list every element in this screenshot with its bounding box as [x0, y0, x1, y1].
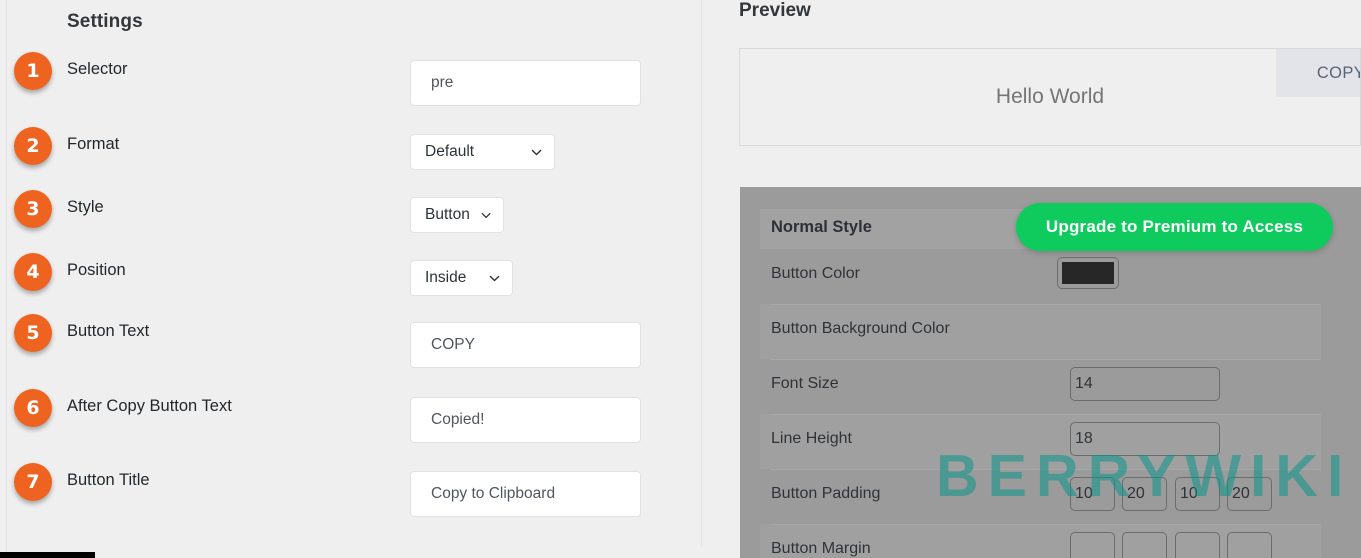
normal-style-header-label: Normal Style: [771, 218, 872, 236]
chevron-down-icon: [489, 275, 500, 281]
format-select-value: Default: [425, 143, 475, 160]
button-margin-left-input[interactable]: [1227, 532, 1272, 558]
step-badge-7: 7: [14, 463, 52, 501]
style-row-button-color: Button Color: [760, 249, 1321, 304]
setting-row-selector: 1 Selector: [0, 52, 701, 114]
normal-style-card: Normal Style Button Color Button Backgro…: [740, 187, 1361, 558]
row-divider: [770, 524, 1321, 525]
settings-heading: Settings: [67, 11, 143, 32]
setting-row-position: 4 Position Inside: [0, 253, 701, 315]
button-margin-right-input[interactable]: [1122, 532, 1167, 558]
setting-label-button-text: Button Text: [67, 322, 150, 340]
button-padding-bottom-input[interactable]: [1175, 477, 1220, 511]
style-label-button-margin: Button Margin: [771, 540, 871, 557]
row-divider: [770, 304, 1321, 305]
row-divider: [770, 414, 1321, 415]
button-margin-bottom-input[interactable]: [1175, 532, 1220, 558]
preview-sample-text: Hello World: [995, 85, 1105, 108]
style-select-value: Button: [425, 206, 470, 223]
style-label-line-height: Line Height: [771, 430, 852, 447]
chevron-down-icon: [481, 212, 491, 218]
setting-label-format: Format: [67, 135, 120, 153]
button-color-swatch: [1062, 262, 1114, 284]
button-padding-left-input[interactable]: [1227, 477, 1272, 511]
preview-panel: Preview Hello World COPY Normal Style Bu…: [701, 0, 1361, 558]
step-badge-5: 5: [14, 314, 52, 352]
setting-row-style: 3 Style Button: [0, 190, 701, 252]
setting-label-style: Style: [67, 198, 104, 216]
setting-row-button-text: 5 Button Text: [0, 314, 701, 376]
style-label-button-padding: Button Padding: [771, 485, 881, 502]
button-padding-top-input[interactable]: [1070, 477, 1115, 511]
row-divider: [770, 359, 1321, 360]
step-badge-2: 2: [14, 127, 52, 165]
style-row-button-background-color: Button Background Color: [760, 304, 1321, 359]
step-badge-4: 4: [14, 253, 52, 291]
style-label-font-size: Font Size: [771, 375, 839, 392]
preview-heading: Preview: [739, 0, 811, 21]
settings-panel: Settings 1 Selector 2 Format Default 3 S…: [0, 0, 701, 558]
style-row-button-padding: Button Padding: [760, 469, 1321, 524]
style-label-button-background-color: Button Background Color: [771, 320, 950, 337]
after-copy-text-input[interactable]: [410, 397, 641, 443]
setting-row-after-copy-text: 6 After Copy Button Text: [0, 389, 701, 451]
setting-label-position: Position: [67, 261, 126, 279]
position-select[interactable]: Inside: [410, 260, 513, 296]
button-padding-right-input[interactable]: [1122, 477, 1167, 511]
chevron-down-icon: [531, 149, 542, 155]
style-row-font-size: Font Size: [760, 359, 1321, 414]
setting-label-selector: Selector: [67, 60, 128, 78]
step-badge-6: 6: [14, 389, 52, 427]
setting-label-button-title: Button Title: [67, 471, 150, 489]
button-text-input[interactable]: [410, 322, 641, 368]
button-color-picker[interactable]: [1057, 257, 1119, 289]
step-badge-1: 1: [14, 52, 52, 90]
button-title-input[interactable]: [410, 471, 641, 517]
setting-label-after-copy-text: After Copy Button Text: [67, 397, 232, 415]
button-margin-top-input[interactable]: [1070, 532, 1115, 558]
position-select-value: Inside: [425, 269, 467, 286]
upgrade-to-premium-button[interactable]: Upgrade to Premium to Access: [1016, 203, 1333, 251]
line-height-input[interactable]: [1070, 422, 1220, 456]
font-size-input[interactable]: [1070, 367, 1220, 401]
style-row-button-margin: Button Margin: [760, 524, 1321, 558]
row-divider: [770, 469, 1321, 470]
selector-input[interactable]: [410, 60, 641, 106]
style-row-line-height: Line Height: [760, 414, 1321, 469]
style-label-button-color: Button Color: [771, 265, 860, 282]
step-badge-3: 3: [14, 190, 52, 228]
app-screenshot: Settings 1 Selector 2 Format Default 3 S…: [0, 0, 1361, 558]
setting-row-button-title: 7 Button Title: [0, 463, 701, 525]
preview-sample-box: Hello World COPY: [739, 48, 1361, 146]
preview-copy-button[interactable]: COPY: [1276, 49, 1360, 97]
setting-row-format: 2 Format Default: [0, 127, 701, 189]
format-select[interactable]: Default: [410, 134, 555, 170]
style-select[interactable]: Button: [410, 197, 504, 233]
